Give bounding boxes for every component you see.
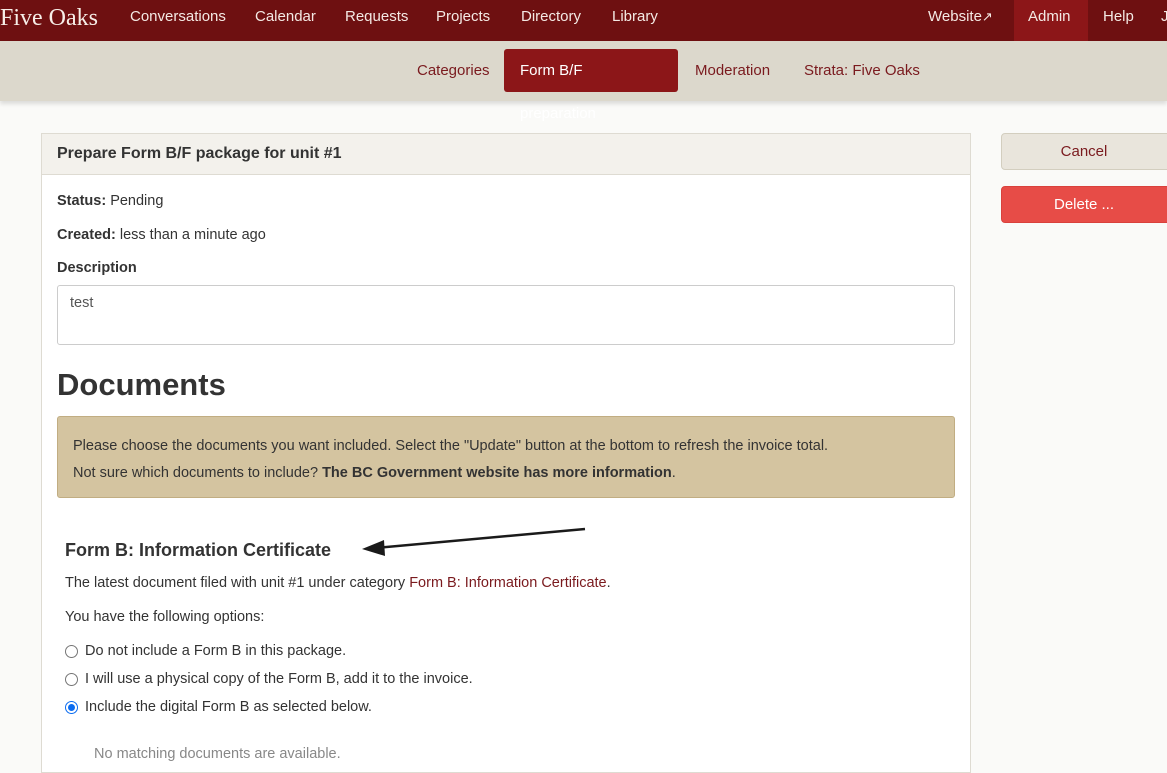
documents-info-alert: Please choose the documents you want inc… xyxy=(57,416,955,498)
option-physical-copy[interactable]: I will use a physical copy of the Form B… xyxy=(65,671,473,687)
nav-directory[interactable]: Directory xyxy=(507,0,595,41)
nav-website[interactable]: Website↗ xyxy=(914,0,1007,41)
top-navbar: Five Oaks Conversations Calendar Request… xyxy=(0,0,1167,41)
form-b-heading: Form B: Information Certificate xyxy=(65,540,332,560)
cancel-button[interactable]: Cancel xyxy=(1001,133,1167,170)
status-label: Status: xyxy=(57,193,107,209)
created-row: Created: less than a minute ago xyxy=(57,227,266,243)
bc-government-link[interactable]: The BC Government website has more infor… xyxy=(322,465,672,481)
description-field[interactable]: test xyxy=(57,285,955,345)
alert-line-2-prefix: Not sure which documents to include? xyxy=(73,465,319,481)
nav-requests[interactable]: Requests xyxy=(331,0,422,41)
alert-line-2-suffix: . xyxy=(671,465,676,481)
alert-line-1: Please choose the documents you want inc… xyxy=(73,438,829,454)
option-digital-form-b[interactable]: Include the digital Form B as selected b… xyxy=(65,699,372,715)
status-value: Pending xyxy=(110,193,164,209)
nav-help[interactable]: Help xyxy=(1089,0,1148,41)
nav-projects[interactable]: Projects xyxy=(422,0,504,41)
nav-conversations[interactable]: Conversations xyxy=(116,0,240,41)
admin-subnav: Categories Form B/F preparation Moderati… xyxy=(0,41,1167,122)
delete-button[interactable]: Delete ... xyxy=(1001,186,1167,223)
external-link-icon: ↗ xyxy=(981,9,993,24)
option-exclude-form-b[interactable]: Do not include a Form B in this package. xyxy=(65,643,346,659)
tab-strata[interactable]: Strata: Five Oaks xyxy=(788,49,936,92)
radio-exclude[interactable] xyxy=(65,644,78,658)
option-physical-label: I will use a physical copy of the Form B… xyxy=(85,671,473,687)
form-package-card: Prepare Form B/F package for unit #1 Sta… xyxy=(41,133,971,773)
option-digital-label: Include the digital Form B as selected b… xyxy=(85,699,372,715)
option-exclude-label: Do not include a Form B in this package. xyxy=(85,643,347,659)
latest-document-prefix: The latest document filed with unit #1 u… xyxy=(65,575,406,591)
status-row: Status: Pending xyxy=(57,193,163,209)
nav-user[interactable]: J xyxy=(1147,0,1167,41)
no-documents-message: No matching documents are available. xyxy=(94,746,341,762)
nav-website-label: Website xyxy=(928,8,982,25)
nav-library[interactable]: Library xyxy=(598,0,672,41)
form-b-category-link[interactable]: Form B: Information Certificate xyxy=(409,575,606,591)
latest-document-text: The latest document filed with unit #1 u… xyxy=(65,575,611,591)
description-label: Description xyxy=(57,260,137,276)
radio-physical[interactable] xyxy=(65,672,78,686)
tab-moderation[interactable]: Moderation xyxy=(679,49,786,92)
card-title: Prepare Form B/F package for unit #1 xyxy=(42,134,970,175)
tab-form-bf-preparation[interactable]: Form B/F preparation xyxy=(504,49,678,122)
created-value: less than a minute ago xyxy=(119,227,266,243)
created-label: Created: xyxy=(57,227,116,243)
alert-line-2: Not sure which documents to include? The… xyxy=(73,460,939,487)
options-intro: You have the following options: xyxy=(65,609,265,625)
tab-categories[interactable]: Categories xyxy=(401,49,506,92)
radio-digital[interactable] xyxy=(65,700,78,714)
latest-document-suffix: . xyxy=(606,575,611,591)
brand-logo[interactable]: Five Oaks xyxy=(0,5,98,32)
nav-admin[interactable]: Admin xyxy=(1014,0,1088,41)
nav-calendar[interactable]: Calendar xyxy=(241,0,330,41)
documents-heading: Documents xyxy=(57,367,226,402)
